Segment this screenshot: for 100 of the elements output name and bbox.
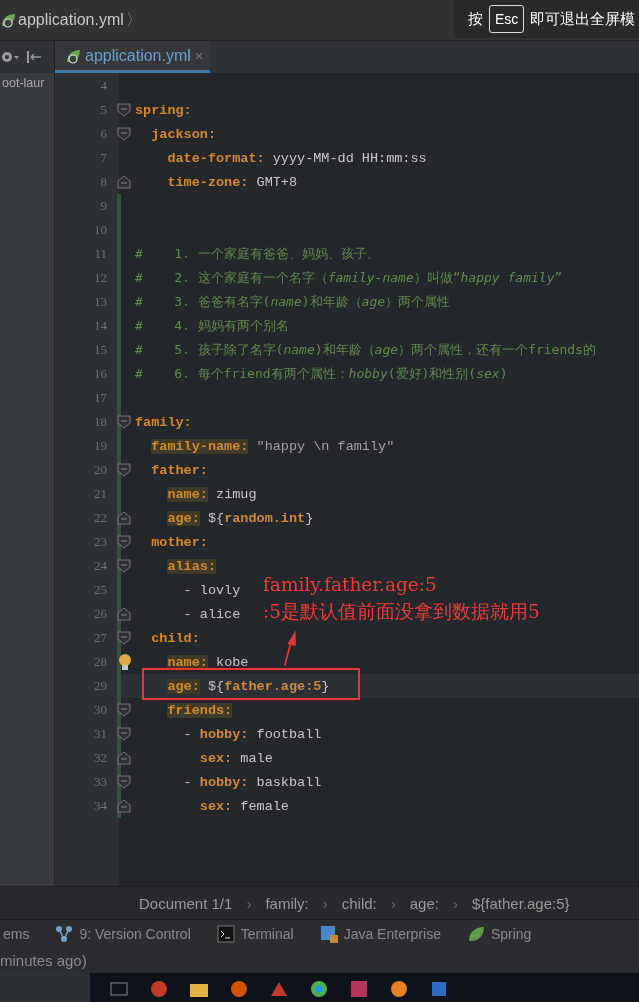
- line-number: 7: [99, 150, 107, 166]
- yaml-key: hobby:: [199, 726, 249, 742]
- fold-start-icon[interactable]: [117, 127, 131, 141]
- breadcrumb-item[interactable]: family:: [265, 894, 309, 912]
- line-number: 34: [93, 798, 107, 814]
- line-number: 33: [93, 774, 107, 790]
- yaml-value: baskball: [256, 774, 322, 790]
- yaml-value: - lovly: [183, 582, 241, 598]
- line-number: 8: [99, 174, 107, 190]
- yaml-key: spring:: [135, 102, 192, 118]
- yaml-key: family:: [135, 414, 192, 430]
- annotation-text: :5是默认值前面没拿到数据就用5: [263, 600, 540, 624]
- yaml-key: age:: [167, 510, 200, 526]
- line-number: 10: [93, 222, 107, 238]
- fold-start-icon[interactable]: [117, 463, 131, 477]
- line-number: 21: [93, 486, 107, 502]
- yaml-key: friends:: [167, 702, 233, 718]
- yaml-key: child:: [151, 630, 200, 646]
- yaml-key: date-format:: [167, 150, 265, 166]
- yaml-value: }: [305, 510, 314, 526]
- line-number: 30: [93, 702, 107, 718]
- line-number: 14: [93, 318, 107, 334]
- tool-window-button[interactable]: Spring: [466, 925, 532, 943]
- yaml-value: -: [183, 726, 193, 742]
- tool-window-button[interactable]: 9: Version Control: [55, 925, 191, 943]
- breadcrumb-item[interactable]: child:: [341, 894, 377, 912]
- breadcrumb-separator: ›: [452, 894, 458, 912]
- fold-end-icon[interactable]: [117, 751, 131, 765]
- line-number: 29: [93, 678, 107, 694]
- line-number: 20: [93, 462, 107, 478]
- yaml-key: sex:: [199, 750, 233, 766]
- line-number: 26: [93, 606, 107, 622]
- java-enterprise-icon: [319, 925, 338, 943]
- tool-window-button[interactable]: ems: [3, 926, 30, 942]
- project-item[interactable]: oot-laur: [2, 73, 45, 90]
- yaml-value: ${: [207, 678, 225, 694]
- yaml-value: - alice: [183, 606, 241, 622]
- yaml-key: hobby:: [199, 774, 249, 790]
- code-comment: # 6. 每个friend有两个属性：hobby(爱好)和性别(sex): [135, 366, 508, 381]
- breadcrumb-item[interactable]: age:: [409, 894, 439, 912]
- file-breadcrumb[interactable]: application.yml: [18, 11, 124, 29]
- line-number: 27: [93, 630, 107, 646]
- line-number: 28: [93, 654, 107, 670]
- breadcrumb-separator: ›: [390, 894, 396, 912]
- yaml-value: football: [256, 726, 322, 742]
- code-comment: # 4. 妈妈有两个别名: [135, 318, 289, 333]
- line-number: 18: [93, 414, 107, 430]
- version-control-icon: [55, 925, 74, 943]
- fold-end-icon[interactable]: [117, 799, 131, 813]
- fold-start-icon[interactable]: [117, 103, 131, 117]
- yaml-value: ${: [207, 510, 225, 526]
- close-icon[interactable]: ×: [194, 47, 204, 64]
- line-number: 5: [99, 102, 107, 118]
- yaml-key: mother:: [151, 534, 208, 550]
- line-number: 6: [99, 126, 107, 142]
- fold-end-icon[interactable]: [117, 175, 131, 189]
- yaml-value: zimug: [216, 486, 257, 502]
- yaml-key: jackson:: [151, 126, 216, 142]
- spring-leaf-icon: [0, 12, 16, 28]
- fold-start-icon[interactable]: [117, 727, 131, 741]
- line-number: 25: [93, 582, 107, 598]
- yaml-value: }: [321, 678, 330, 694]
- fold-start-icon[interactable]: [117, 559, 131, 573]
- line-number: 4: [99, 78, 107, 94]
- breadcrumb-item[interactable]: ${father.age:5}: [471, 894, 570, 912]
- yaml-key: age:: [167, 678, 200, 694]
- fold-start-icon[interactable]: [117, 703, 131, 717]
- line-number: 23: [93, 534, 107, 550]
- hint-text: 按: [468, 9, 483, 29]
- line-number: 19: [93, 438, 107, 454]
- terminal-icon: [216, 925, 235, 943]
- fold-start-icon[interactable]: [117, 775, 131, 789]
- tool-window-button[interactable]: Terminal: [216, 925, 294, 943]
- annotation-text: family.father.age:5: [263, 573, 438, 597]
- yaml-key: alias:: [167, 558, 216, 574]
- yaml-string: "happy \n family": [256, 438, 395, 454]
- lightbulb-icon[interactable]: [118, 653, 132, 671]
- yaml-key: sex:: [199, 798, 233, 814]
- yaml-value: -: [183, 774, 193, 790]
- yaml-value: kobe: [216, 654, 249, 670]
- fold-end-icon[interactable]: [117, 607, 131, 621]
- line-number: 24: [93, 558, 107, 574]
- line-number: 17: [93, 390, 107, 406]
- yaml-key: father:: [151, 462, 208, 478]
- line-number: 16: [93, 366, 107, 382]
- yaml-value: GMT+8: [256, 174, 298, 190]
- line-number: 22: [93, 510, 107, 526]
- tool-window-button[interactable]: Java Enterprise: [319, 925, 441, 943]
- spring-leaf-icon: [65, 47, 81, 64]
- esc-key: Esc: [489, 5, 525, 33]
- breadcrumb-item[interactable]: Document 1/1: [139, 894, 233, 912]
- fold-start-icon[interactable]: [117, 535, 131, 549]
- status-text: minutes ago): [0, 952, 87, 969]
- property-reference: father.age:5: [224, 678, 322, 694]
- fold-start-icon[interactable]: [117, 415, 131, 429]
- line-number: 12: [93, 270, 107, 286]
- line-number: 31: [93, 726, 107, 742]
- editor-tab[interactable]: application.yml ×: [55, 41, 210, 73]
- fold-end-icon[interactable]: [117, 511, 131, 525]
- fold-start-icon[interactable]: [117, 631, 131, 645]
